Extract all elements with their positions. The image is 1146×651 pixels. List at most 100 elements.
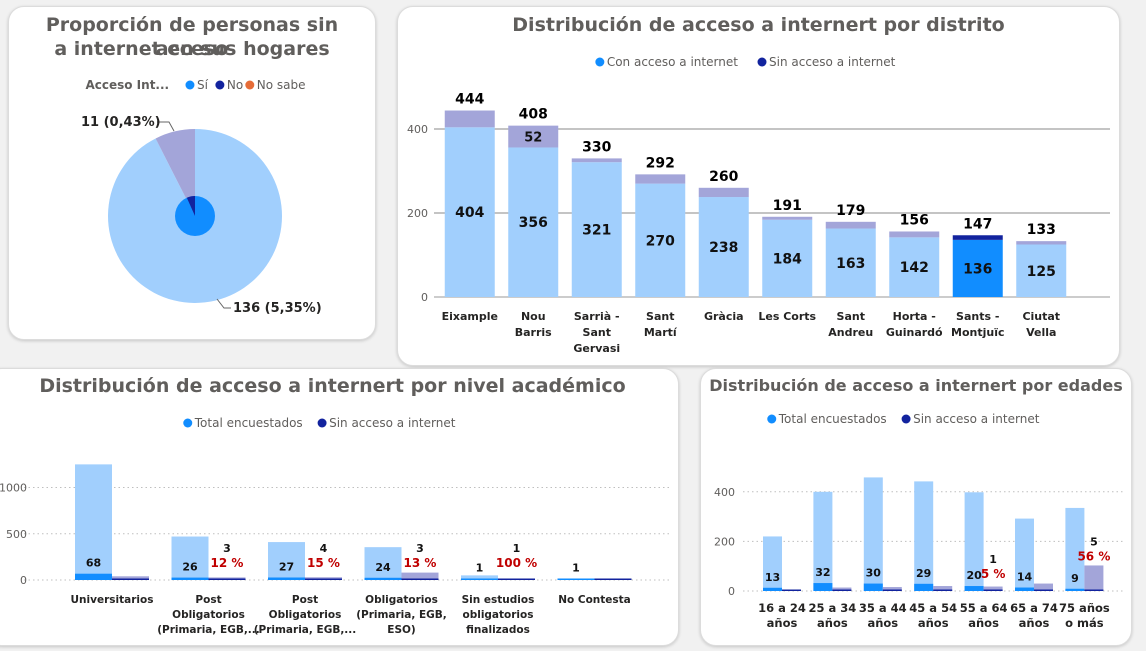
academic-category-label: Obligatorios <box>172 609 245 621</box>
district-value-label: 142 <box>900 260 929 276</box>
district-category-label: Gràcia <box>704 310 744 323</box>
age-chart-card: Distribución de acceso a internert por e… <box>700 368 1132 646</box>
district-ytick-label: 0 <box>421 291 428 304</box>
academic-inner-value-label: 1 <box>572 562 580 575</box>
district-bar-sin-acceso <box>698 187 749 198</box>
pie-legend-marker <box>245 80 255 90</box>
academic-legend-marker <box>317 418 327 428</box>
district-total-label: 330 <box>582 139 611 155</box>
age-percent-label: 56 % <box>1077 549 1110 563</box>
district-chart-card: Distribución de acceso a internert por d… <box>397 6 1120 366</box>
district-total-label: 408 <box>519 107 548 123</box>
district-category-label: Sants - <box>956 310 999 323</box>
age-secondary-label: 5 <box>1090 535 1098 548</box>
district-total-label: 444 <box>455 92 484 108</box>
age-bar-inner <box>1015 587 1034 591</box>
academic-bar-inner <box>364 577 402 580</box>
age-bar-sin-inner <box>1084 589 1104 591</box>
academic-inner-value-label: 27 <box>279 561 294 574</box>
district-category-label: Sant <box>646 310 674 323</box>
district-bar-chart: Con acceso a internet Sin acceso a intern… <box>407 55 1110 355</box>
age-category-label: 65 a 74 <box>1010 601 1058 615</box>
district-total-label: 156 <box>900 212 929 228</box>
district-value-label: 136 <box>963 261 992 277</box>
district-value-label: 238 <box>709 240 738 256</box>
age-category-label: años <box>817 616 848 630</box>
age-category-label: años <box>767 616 798 630</box>
age-bar-inner <box>914 583 934 591</box>
age-bar-chart: Total encuestados Sin acceso a internet 0 2… <box>714 412 1125 630</box>
district-bar-sin-acceso <box>952 235 1003 240</box>
district-legend-marker <box>595 57 605 67</box>
age-legend-label: Sin acceso a internet <box>913 412 1040 426</box>
district-value-label: 404 <box>455 205 484 221</box>
academic-ytick-label: 500 <box>6 528 27 541</box>
academic-bar-sin-inner <box>208 578 246 580</box>
age-bar-inner <box>763 587 782 591</box>
age-bar-inner <box>1065 588 1085 591</box>
district-category-label: Ciutat <box>1022 310 1060 323</box>
district-category-label: Gervasi <box>573 342 620 355</box>
district-legend-label: Sin acceso a internet <box>769 55 896 69</box>
age-bar-inner <box>964 586 984 591</box>
district-category-label: Nou <box>521 310 546 323</box>
district-value-label: 163 <box>836 256 865 272</box>
district-ytick-label: 400 <box>407 123 428 136</box>
age-bar-sin-inner <box>1034 589 1053 591</box>
district-category-label: Guinardó <box>886 326 943 339</box>
academic-secondary-label: 3 <box>416 542 424 555</box>
academic-inner-value-label: 1 <box>476 562 484 575</box>
district-value-label: 184 <box>773 251 802 267</box>
academic-bar-chart: Total encuestados Sin acceso a internet 0 5… <box>0 416 671 636</box>
academic-bar-inner <box>171 577 209 580</box>
district-category-label: Vella <box>1026 326 1056 339</box>
academic-legend-marker <box>183 418 193 428</box>
academic-bar-sin-inner <box>305 578 342 580</box>
pie-legend-label: No <box>227 78 243 92</box>
academic-percent-label: 12 % <box>211 556 244 570</box>
pie-chart-card: Proporción de personas sin acceso a inte… <box>8 6 376 340</box>
academic-inner-value-label: 68 <box>86 557 101 570</box>
age-bar-sin-inner <box>983 589 1003 591</box>
district-bar-sin-acceso <box>444 110 495 128</box>
age-bar-sin-inner <box>832 589 852 591</box>
pie-slice-label: 136 (5,35%) <box>233 301 322 316</box>
pie-legend-label: No sabe <box>257 78 306 92</box>
district-category-label: Montjuïc <box>951 326 1005 339</box>
district-segment-label: 52 <box>524 131 542 146</box>
academic-bar-inner <box>75 573 112 580</box>
district-total-label: 191 <box>773 198 802 214</box>
academic-category-label: ESO) <box>387 624 415 636</box>
age-bar-inner <box>813 583 833 591</box>
age-inner-value-label: 14 <box>1017 571 1033 584</box>
academic-bar-inner <box>461 578 498 580</box>
age-ytick-label: 400 <box>714 486 735 499</box>
district-total-label: 292 <box>646 155 675 171</box>
district-bar-sin-acceso <box>825 221 876 229</box>
district-category-label: Horta - <box>893 310 936 323</box>
academic-ytick-label: 0 <box>20 574 27 587</box>
age-bar-sin-inner <box>782 589 801 591</box>
district-category-label: Martí <box>644 326 678 339</box>
academic-category-label: obligatorios <box>462 609 533 621</box>
age-category-label: años <box>867 616 898 630</box>
district-value-label: 270 <box>646 233 675 249</box>
district-bar-sin-acceso <box>635 174 686 184</box>
academic-category-label: Post <box>195 594 221 606</box>
age-category-label: 75 años <box>1059 601 1110 615</box>
academic-bar-sin-inner <box>594 578 632 580</box>
age-bar-inner <box>863 583 883 591</box>
district-category-label: Eixample <box>442 310 498 323</box>
age-inner-value-label: 30 <box>866 567 882 580</box>
pie-chart: Acceso Int... Sí No No sabe 11 (0,43%) 136 (5… <box>81 78 322 316</box>
academic-category-label: (Primaria, EGB, <box>356 609 447 621</box>
age-bar-sin-inner <box>933 589 953 591</box>
age-bar-sin-acceso <box>1084 565 1104 591</box>
age-ytick-label: 0 <box>728 585 735 598</box>
pie-legend-marker <box>185 80 195 90</box>
age-secondary-label: 1 <box>989 553 997 566</box>
academic-percent-label: 15 % <box>307 556 340 570</box>
pie-legend-title: Acceso Int... <box>85 78 169 92</box>
age-inner-value-label: 9 <box>1071 572 1079 585</box>
academic-bar-inner <box>557 578 595 580</box>
